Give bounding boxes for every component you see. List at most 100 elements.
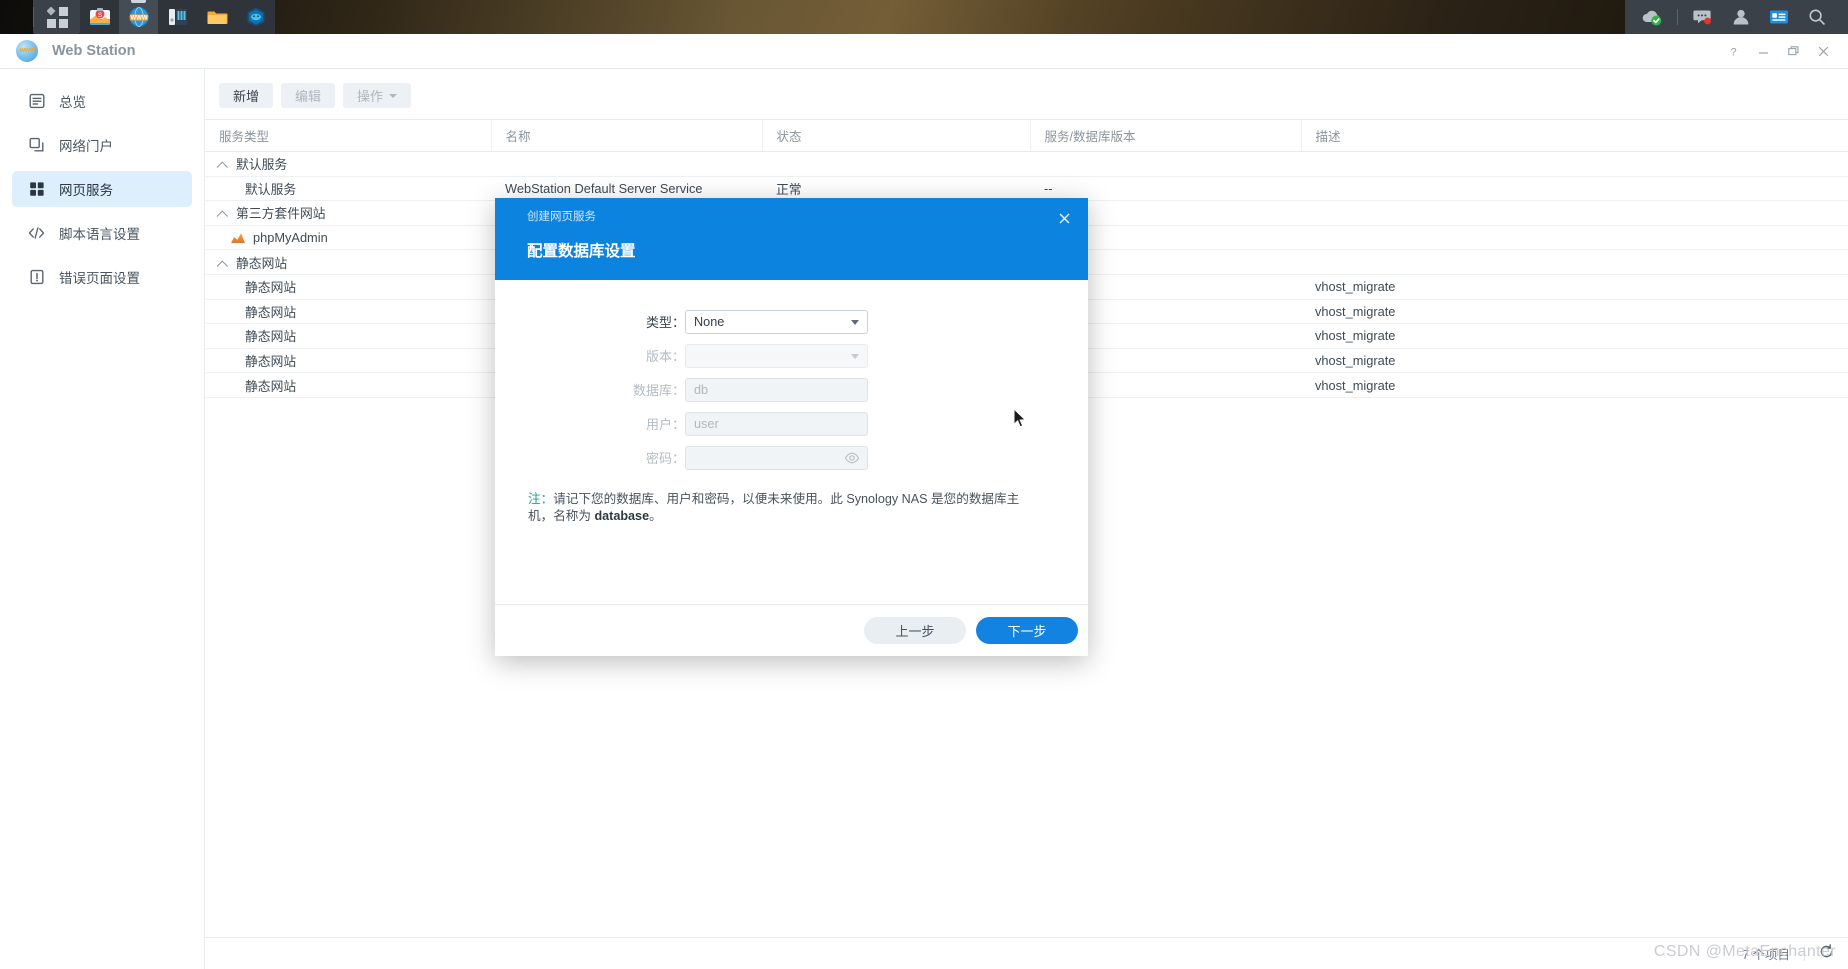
column-header-description[interactable]: 描述 bbox=[1301, 119, 1848, 152]
database-type-select[interactable]: None bbox=[685, 309, 868, 334]
watermark: CSDN @MetaEnchanter bbox=[1653, 943, 1836, 960]
table-header: 服务类型 名称 状态 服务/数据库版本 描述 bbox=[205, 119, 1848, 152]
chevron-up-icon[interactable] bbox=[216, 210, 228, 223]
database-version-select[interactable] bbox=[685, 343, 868, 368]
sidebar-item-web-service[interactable]: 网页服务 bbox=[12, 171, 192, 207]
dialog-body: 类型： None 版本： 数据库： db 用户： user 密码： 注：请记下您… bbox=[495, 280, 1088, 604]
mouse-cursor bbox=[1013, 407, 1028, 435]
taskbar-app-web-station-icon[interactable]: WWW bbox=[119, 0, 158, 34]
phpmyadmin-icon bbox=[231, 233, 245, 244]
help-button[interactable]: ? bbox=[1718, 36, 1748, 66]
sidebar-item-label: 总览 bbox=[59, 95, 86, 110]
column-header-status[interactable]: 状态 bbox=[762, 119, 1031, 152]
cell-service-type: phpMyAdmin bbox=[205, 225, 491, 251]
taskbar-right-group bbox=[1625, 0, 1848, 34]
sidebar-item-error-page[interactable]: 错误页面设置 bbox=[12, 259, 192, 295]
status-bar: 7 个项目 bbox=[205, 937, 1848, 969]
form-row-database: 数据库： bbox=[495, 375, 1088, 404]
create-web-service-dialog: 创建网页服务 配置数据库设置 类型： None 版本： 数据库： db 用户： … bbox=[495, 198, 1088, 656]
database-label: 数据库： bbox=[632, 383, 685, 398]
group-label: 第三方套件网站 bbox=[236, 206, 326, 222]
minimize-button[interactable] bbox=[1748, 36, 1778, 66]
sidebar-item-label: 错误页面设置 bbox=[59, 271, 140, 286]
type-control: None bbox=[685, 309, 868, 334]
svg-text:WWW: WWW bbox=[130, 15, 147, 21]
web-portal-icon bbox=[28, 137, 45, 154]
cell-description: vhost_migrate bbox=[1301, 348, 1848, 374]
search-icon[interactable] bbox=[1798, 0, 1836, 34]
database-control bbox=[685, 377, 868, 402]
cell-service-type: 静态网站 bbox=[205, 299, 491, 325]
column-header-service-type[interactable]: 服务类型 bbox=[205, 119, 492, 152]
notifications-icon[interactable] bbox=[1684, 0, 1722, 34]
database-user-input[interactable] bbox=[685, 411, 868, 436]
table-row[interactable]: 默认服务 WebStation Default Server Service 正… bbox=[205, 176, 1848, 202]
chevron-up-icon[interactable] bbox=[216, 260, 228, 272]
form-row-type: 类型： None bbox=[495, 307, 1088, 336]
chevron-down-icon bbox=[389, 93, 398, 98]
web-station-app-icon: www bbox=[16, 40, 38, 62]
close-button[interactable] bbox=[1808, 36, 1838, 66]
version-control bbox=[685, 343, 868, 368]
action-button[interactable]: 操作 bbox=[343, 83, 412, 108]
taskbar-app-container-manager-icon[interactable] bbox=[236, 0, 275, 34]
user-account-icon[interactable] bbox=[1722, 0, 1760, 34]
widgets-icon[interactable] bbox=[1760, 0, 1798, 34]
taskbar-app-storage-manager-icon[interactable] bbox=[158, 0, 197, 34]
database-name-input[interactable] bbox=[685, 377, 868, 402]
sidebar: 总览 网络门户 网页服务 脚本语言设置 错误页面设置 bbox=[0, 69, 205, 969]
cell-name: WebStation Default Server Service bbox=[491, 176, 762, 202]
sidebar-item-label: 网页服务 bbox=[59, 183, 113, 198]
eye-icon[interactable] bbox=[844, 450, 860, 466]
note-prefix: 注： bbox=[528, 492, 554, 506]
dialog-title: 配置数据库设置 bbox=[527, 243, 636, 260]
cell-service-type: 静态网站 bbox=[205, 372, 491, 398]
sidebar-item-label: 网络门户 bbox=[59, 139, 113, 154]
note-bold: database bbox=[594, 509, 650, 524]
status-badge: 正常 bbox=[762, 176, 1030, 202]
window-controls: ? bbox=[1718, 36, 1848, 66]
sidebar-item-web-portal[interactable]: 网络门户 bbox=[12, 127, 192, 163]
cell-service-type: 静态网站 bbox=[205, 323, 491, 349]
dialog-step-label: 创建网页服务 bbox=[527, 211, 596, 223]
cell-description: vhost_migrate bbox=[1301, 323, 1848, 349]
script-language-icon bbox=[28, 225, 45, 242]
overview-icon bbox=[28, 93, 45, 110]
cell-service-type: 静态网站 bbox=[205, 348, 491, 374]
cell-service-type-label: phpMyAdmin bbox=[253, 230, 328, 246]
app-grid-icon[interactable] bbox=[34, 0, 80, 34]
upload-status-icon[interactable] bbox=[1633, 0, 1671, 34]
note-suffix: 。 bbox=[649, 509, 662, 524]
form-row-user: 用户： bbox=[495, 409, 1088, 438]
database-password-input[interactable] bbox=[685, 445, 868, 470]
taskbar-app-package-center-icon[interactable]: S bbox=[80, 0, 119, 34]
table-group-row[interactable]: 默认服务 bbox=[205, 151, 1848, 177]
next-button[interactable]: 下一步 bbox=[976, 617, 1078, 644]
taskbar-app-file-station-icon[interactable] bbox=[197, 0, 236, 34]
cell-description bbox=[1301, 176, 1848, 202]
svg-text:S: S bbox=[97, 12, 102, 19]
group-label: 默认服务 bbox=[236, 157, 288, 173]
sidebar-item-script-language[interactable]: 脚本语言设置 bbox=[12, 215, 192, 251]
chevron-up-icon[interactable] bbox=[216, 161, 228, 174]
close-icon[interactable] bbox=[1052, 206, 1076, 230]
column-header-name[interactable]: 名称 bbox=[491, 119, 763, 152]
taskbar-app-group: S WWW bbox=[80, 0, 275, 34]
taskbar: S WWW bbox=[0, 0, 1848, 34]
back-button[interactable]: 上一步 bbox=[864, 617, 966, 644]
cell-version: -- bbox=[1030, 176, 1301, 202]
edit-button[interactable]: 编辑 bbox=[281, 83, 336, 108]
sidebar-item-overview[interactable]: 总览 bbox=[12, 83, 192, 119]
user-control bbox=[685, 411, 868, 436]
dialog-footer: 上一步 下一步 bbox=[495, 604, 1088, 656]
cell-service-type: 静态网站 bbox=[205, 274, 491, 300]
restore-button[interactable] bbox=[1778, 36, 1808, 66]
type-label: 类型： bbox=[645, 315, 685, 330]
dialog-note: 注：请记下您的数据库、用户和密码，以便未来使用。此 Synology NAS 是… bbox=[528, 491, 1028, 526]
column-header-version[interactable]: 服务/数据库版本 bbox=[1030, 119, 1302, 152]
dialog-header: 创建网页服务 配置数据库设置 bbox=[495, 198, 1088, 280]
add-button[interactable]: 新增 bbox=[219, 83, 274, 108]
action-button-label: 操作 bbox=[357, 89, 384, 104]
cell-description bbox=[1301, 225, 1848, 251]
cell-description: vhost_migrate bbox=[1301, 299, 1848, 325]
